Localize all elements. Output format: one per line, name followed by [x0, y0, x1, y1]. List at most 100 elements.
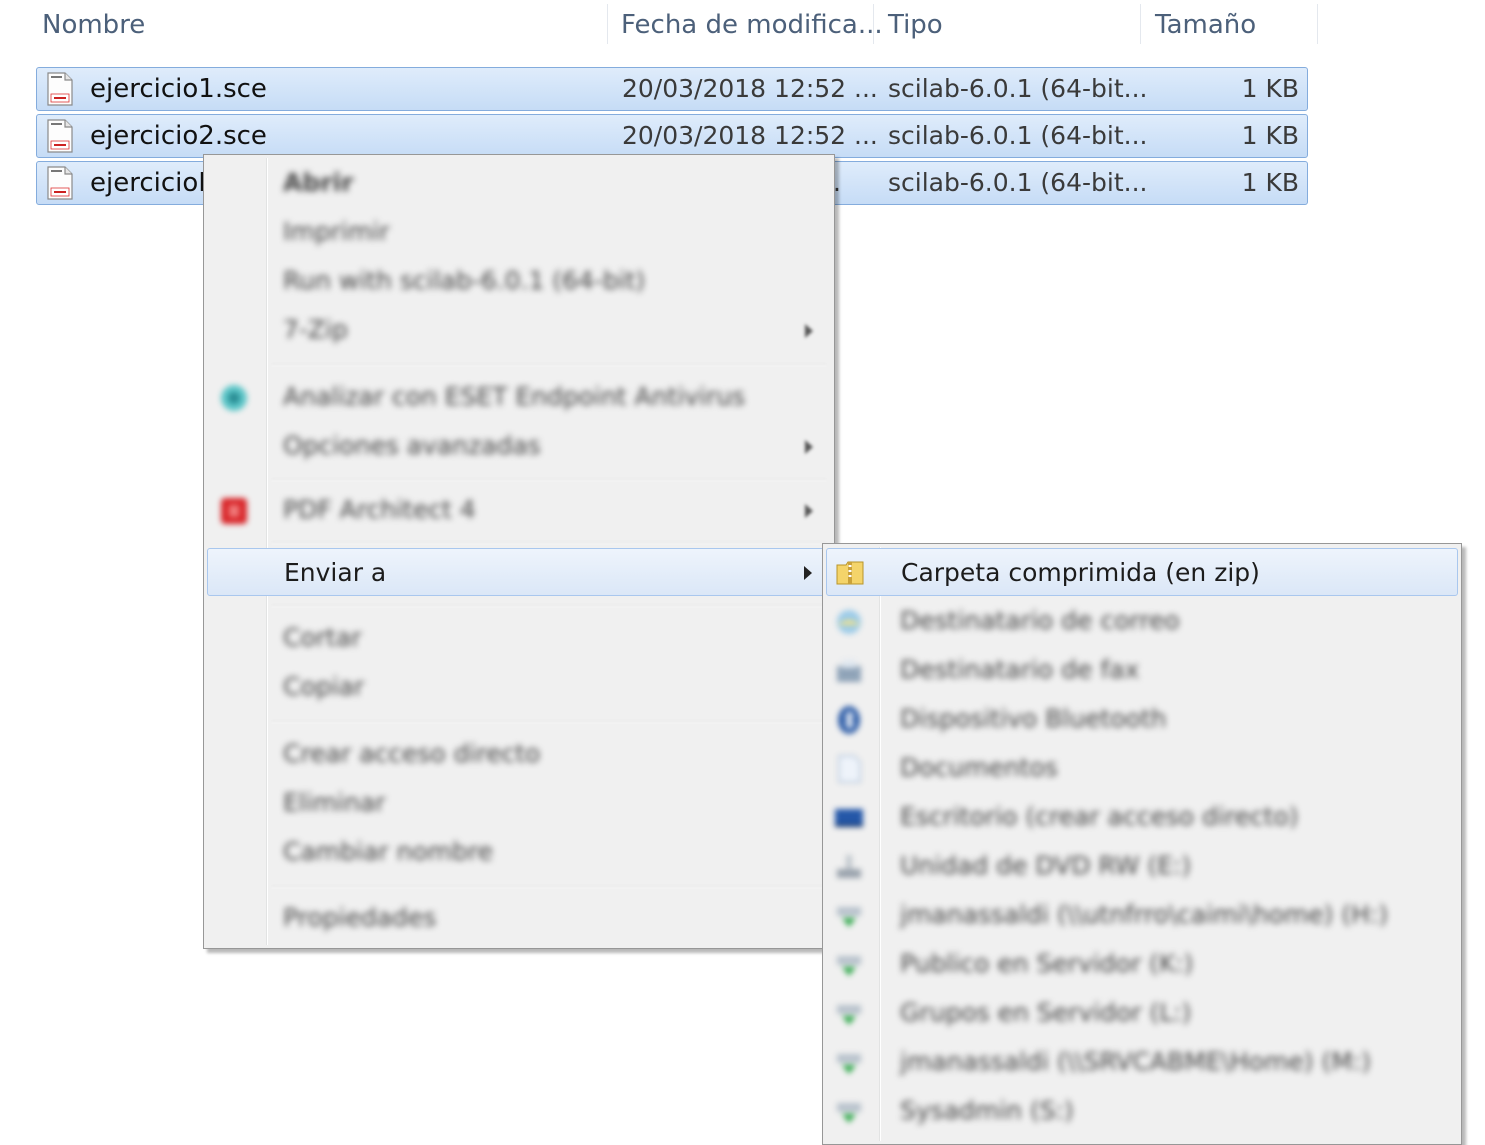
- menu-item-label: Opciones avanzadas: [283, 431, 541, 460]
- eset-shield-icon: [221, 385, 247, 411]
- submenu-arrow-icon: [805, 504, 813, 518]
- menu-item-label: Documentos: [900, 753, 1058, 782]
- network-drive-icon: [837, 1005, 861, 1025]
- dvd-drive-icon: [837, 855, 861, 878]
- submenu-arrow-icon: [805, 440, 813, 454]
- menu-item-label: Grupos en Servidor (L:): [900, 998, 1192, 1027]
- menu-item-label: Publico en Servidor (K:): [900, 949, 1194, 978]
- menu-item-label: jmanassaldi (\\SRVCABME\Home) (M:): [900, 1047, 1371, 1076]
- menu-separator: [272, 721, 826, 723]
- menu-item-label: Dispositivo Bluetooth: [900, 704, 1167, 733]
- menu-item-label: Carpeta comprimida (en zip): [901, 558, 1260, 587]
- scilab-file-icon: [47, 166, 73, 200]
- desktop-icon: [835, 809, 863, 827]
- file-type: scilab-6.0.1 (64-bit...: [888, 74, 1148, 103]
- file-row[interactable]: ejercicio1.sce 20/03/2018 12:52 ... scil…: [36, 67, 1308, 111]
- column-divider[interactable]: [607, 4, 608, 44]
- column-header-name[interactable]: Nombre: [42, 8, 145, 44]
- menu-item-label: Crear acceso directo: [283, 739, 541, 768]
- send-to-network-drive-m[interactable]: jmanassaldi (\\SRVCABME\Home) (M:): [826, 1039, 1458, 1085]
- menu-item-rename[interactable]: Cambiar nombre: [207, 829, 831, 875]
- send-to-network-drive-s[interactable]: Sysadmin (S:): [826, 1088, 1458, 1134]
- menu-item-run-scilab[interactable]: Run with scilab-6.0.1 (64-bit): [207, 258, 831, 304]
- menu-separator: [272, 886, 826, 888]
- menu-item-advanced-options[interactable]: Opciones avanzadas: [207, 423, 831, 469]
- send-to-mail-recipient[interactable]: Destinatario de correo: [826, 598, 1458, 644]
- file-date: 20/03/2018 12:52 ...: [622, 121, 878, 150]
- column-divider[interactable]: [1317, 4, 1318, 44]
- menu-item-label: Enviar a: [284, 558, 387, 587]
- send-to-zip-folder[interactable]: Carpeta comprimida (en zip): [826, 548, 1458, 596]
- menu-item-label: Imprimir: [283, 217, 390, 246]
- pdf-architect-icon: [221, 498, 247, 524]
- file-row[interactable]: ejercicio2.sce 20/03/2018 12:52 ... scil…: [36, 114, 1308, 158]
- network-drive-icon: [837, 1103, 861, 1123]
- menu-item-delete[interactable]: Eliminar: [207, 780, 831, 826]
- send-to-network-drive-k[interactable]: Publico en Servidor (K:): [826, 941, 1458, 987]
- scilab-file-icon: [47, 119, 73, 153]
- menu-separator: [272, 605, 826, 607]
- send-to-network-drive-h[interactable]: jmanassaldi (\\utnfrro\caimi\home) (H:): [826, 892, 1458, 938]
- menu-item-label: Copiar: [283, 672, 365, 701]
- bluetooth-icon: [838, 706, 860, 734]
- documents-icon: [838, 755, 861, 783]
- send-to-bluetooth[interactable]: Dispositivo Bluetooth: [826, 696, 1458, 742]
- column-header-date[interactable]: Fecha de modifica...: [621, 8, 883, 44]
- file-type: scilab-6.0.1 (64-bit...: [888, 121, 1148, 150]
- menu-item-open[interactable]: Abrir: [207, 160, 831, 206]
- send-to-submenu: Carpeta comprimida (en zip) Destinatario…: [822, 543, 1462, 1145]
- menu-separator: [272, 542, 826, 544]
- menu-item-label: Eliminar: [283, 788, 386, 817]
- file-size: 1 KB: [1241, 121, 1299, 150]
- menu-item-send-to[interactable]: Enviar a: [207, 548, 831, 596]
- zip-folder-icon: [836, 561, 864, 585]
- menu-item-label: PDF Architect 4: [283, 495, 476, 524]
- send-to-documents[interactable]: Documentos: [826, 745, 1458, 791]
- file-date: 20/03/2018 12:52 ...: [622, 74, 878, 103]
- send-to-network-drive-l[interactable]: Grupos en Servidor (L:): [826, 990, 1458, 1036]
- column-header-type[interactable]: Tipo: [888, 8, 943, 44]
- menu-item-create-shortcut[interactable]: Crear acceso directo: [207, 731, 831, 777]
- menu-item-label: Sysadmin (S:): [900, 1096, 1074, 1125]
- menu-item-eset-scan[interactable]: Analizar con ESET Endpoint Antivirus: [207, 374, 831, 420]
- menu-item-pdf-architect[interactable]: PDF Architect 4: [207, 487, 831, 533]
- column-divider[interactable]: [1140, 4, 1141, 44]
- menu-item-label: Analizar con ESET Endpoint Antivirus: [283, 382, 746, 411]
- column-divider[interactable]: [873, 4, 874, 44]
- menu-item-7zip[interactable]: 7-Zip: [207, 307, 831, 353]
- send-to-fax-recipient[interactable]: Destinatario de fax: [826, 647, 1458, 693]
- menu-separator: [272, 479, 826, 481]
- file-name: ejercicio2.sce: [90, 121, 267, 151]
- send-to-desktop[interactable]: Escritorio (crear acceso directo): [826, 794, 1458, 840]
- column-header-size[interactable]: Tamaño: [1155, 8, 1256, 44]
- menu-item-label: 7-Zip: [283, 315, 348, 344]
- menu-item-cut[interactable]: Cortar: [207, 615, 831, 661]
- menu-item-label: Unidad de DVD RW (E:): [900, 851, 1192, 880]
- submenu-arrow-icon: [805, 324, 813, 338]
- submenu-arrow-icon: [804, 566, 812, 580]
- network-drive-icon: [837, 907, 861, 927]
- menu-item-print[interactable]: Imprimir: [207, 209, 831, 255]
- menu-item-label: Destinatario de fax: [900, 655, 1140, 684]
- mail-recipient-icon: [837, 610, 861, 634]
- file-name: ejercicio1.sce: [90, 74, 267, 104]
- menu-separator: [272, 364, 826, 366]
- file-size: 1 KB: [1241, 168, 1299, 197]
- fax-icon: [837, 660, 861, 682]
- file-type: scilab-6.0.1 (64-bit...: [888, 168, 1148, 197]
- menu-item-label: Run with scilab-6.0.1 (64-bit): [283, 266, 646, 295]
- scilab-file-icon: [47, 72, 73, 106]
- file-name: ejercicioN: [90, 168, 218, 198]
- send-to-dvd-drive[interactable]: Unidad de DVD RW (E:): [826, 843, 1458, 889]
- menu-item-label: Cortar: [283, 623, 362, 652]
- menu-item-copy[interactable]: Copiar: [207, 664, 831, 710]
- menu-item-label: Escritorio (crear acceso directo): [900, 802, 1299, 831]
- menu-item-label: Destinatario de correo: [900, 606, 1180, 635]
- menu-item-label: jmanassaldi (\\utnfrro\caimi\home) (H:): [900, 900, 1389, 929]
- menu-item-label: Cambiar nombre: [283, 837, 493, 866]
- file-size: 1 KB: [1241, 74, 1299, 103]
- menu-item-properties[interactable]: Propiedades: [207, 895, 831, 941]
- menu-item-label: Abrir: [283, 168, 354, 197]
- menu-item-label: Propiedades: [283, 903, 437, 932]
- context-menu: Abrir Imprimir Run with scilab-6.0.1 (64…: [203, 154, 835, 949]
